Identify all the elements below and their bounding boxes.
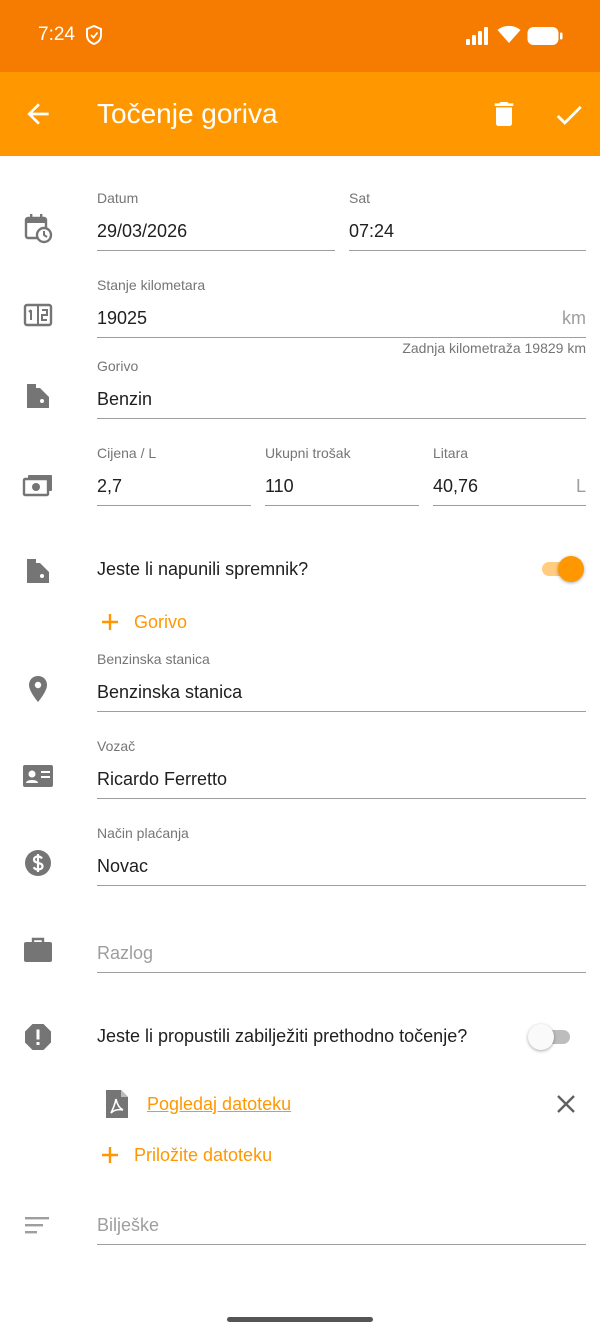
liters-field[interactable]: Litara 40,76 L	[433, 445, 586, 507]
location-pin-icon	[22, 673, 54, 705]
status-bar: 7:24	[0, 0, 600, 72]
attach-file-label: Priložite datoteku	[134, 1144, 273, 1165]
time-field[interactable]: Sat 07:24	[349, 190, 586, 252]
attach-file-button[interactable]: Priložite datoteku	[100, 1140, 272, 1170]
price-per-liter-field[interactable]: Cijena / L 2,7	[97, 445, 251, 507]
fuel-type-underline	[97, 418, 586, 419]
notes-placeholder: Bilješke	[97, 1215, 160, 1235]
missed-refuel-label: Jeste li propustili zabilježiti prethodn…	[97, 1026, 468, 1046]
date-label: Datum	[97, 190, 139, 206]
driver-label: Vozač	[97, 738, 136, 754]
odometer-helper-text: Zadnja kilometraža 19829 km	[402, 340, 586, 356]
briefcase-icon	[22, 934, 54, 966]
odometer-underline	[97, 337, 586, 338]
total-cost-label: Ukupni trošak	[265, 445, 351, 461]
fuel-can-icon	[22, 555, 54, 587]
time-underline	[349, 250, 586, 251]
add-fuel-label: Gorivo	[134, 611, 188, 632]
home-indicator[interactable]	[227, 1317, 373, 1322]
notes-underline	[97, 1244, 586, 1245]
time-value: 07:24	[349, 221, 395, 241]
payment-method-underline	[97, 885, 586, 886]
fuel-type-field[interactable]: Gorivo Benzin	[97, 358, 586, 420]
missed-refuel-switch[interactable]	[528, 1022, 574, 1052]
date-value: 29/03/2026	[97, 221, 188, 241]
view-file-link[interactable]: Pogledaj datoteku	[147, 1094, 291, 1115]
price-per-liter-label: Cijena / L	[97, 445, 157, 461]
odometer-field[interactable]: Stanje kilometara 19025 km	[97, 277, 586, 339]
shield-icon	[86, 25, 102, 45]
pdf-file-icon	[106, 1090, 128, 1118]
reason-placeholder: Razlog	[97, 943, 154, 963]
odometer-label: Stanje kilometara	[97, 277, 206, 293]
fuel-type-label: Gorivo	[97, 358, 139, 374]
close-icon[interactable]	[554, 1092, 578, 1116]
payment-method-value: Novac	[97, 856, 149, 876]
liters-underline	[433, 505, 586, 506]
alert-octagon-icon	[22, 1021, 54, 1053]
notes-icon	[22, 1210, 54, 1242]
fuel-can-icon	[22, 380, 54, 412]
battery-icon	[527, 27, 563, 45]
liters-unit: L	[575, 476, 586, 496]
total-cost-value: 110	[265, 476, 294, 496]
total-cost-underline	[265, 505, 419, 506]
wifi-icon	[497, 25, 521, 43]
date-field[interactable]: Datum 29/03/2026	[97, 190, 335, 252]
gas-station-underline	[97, 711, 586, 712]
app-bar: Točenje goriva	[0, 72, 600, 156]
notes-field[interactable]: Bilješke	[97, 1184, 586, 1246]
dollar-icon	[22, 847, 54, 879]
payment-method-field[interactable]: Način plaćanja Novac	[97, 825, 586, 887]
signal-icon	[466, 27, 488, 45]
id-card-icon	[22, 760, 54, 792]
gas-station-value: Benzinska stanica	[97, 682, 243, 702]
total-cost-field[interactable]: Ukupni trošak 110	[265, 445, 419, 507]
page-title: Točenje goriva	[97, 98, 278, 129]
switch-thumb	[558, 556, 584, 582]
full-tank-label: Jeste li napunili spremnik?	[97, 559, 309, 579]
gas-station-label: Benzinska stanica	[97, 651, 210, 667]
fuel-type-value: Benzin	[97, 389, 153, 409]
odometer-icon	[22, 299, 54, 331]
calendar-clock-icon	[22, 212, 54, 244]
gas-station-field[interactable]: Benzinska stanica Benzinska stanica	[97, 651, 586, 713]
payment-method-label: Način plaćanja	[97, 825, 189, 841]
date-underline	[97, 250, 335, 251]
check-icon[interactable]	[552, 98, 586, 132]
price-per-liter-value: 2,7	[97, 476, 123, 496]
back-arrow-icon[interactable]	[22, 98, 54, 130]
plus-icon	[102, 1147, 118, 1163]
attachment-row: Pogledaj datoteku	[100, 1086, 586, 1122]
driver-field[interactable]: Vozač Ricardo Ferretto	[97, 738, 586, 800]
odometer-unit: km	[562, 308, 586, 328]
status-time: 7:24	[38, 24, 75, 45]
reason-field[interactable]: Razlog	[97, 912, 586, 974]
driver-underline	[97, 798, 586, 799]
money-icon	[22, 469, 54, 501]
full-tank-switch[interactable]	[538, 554, 584, 584]
reason-underline	[97, 972, 586, 973]
odometer-value: 19025	[97, 308, 148, 328]
price-per-liter-underline	[97, 505, 251, 506]
delete-icon[interactable]	[488, 98, 520, 130]
liters-value: 40,76	[433, 476, 479, 496]
add-fuel-button[interactable]: Gorivo	[100, 607, 187, 637]
switch-thumb	[528, 1024, 554, 1050]
time-label: Sat	[349, 190, 371, 206]
plus-icon	[102, 614, 118, 630]
liters-label: Litara	[433, 445, 469, 461]
driver-value: Ricardo Ferretto	[97, 769, 228, 789]
